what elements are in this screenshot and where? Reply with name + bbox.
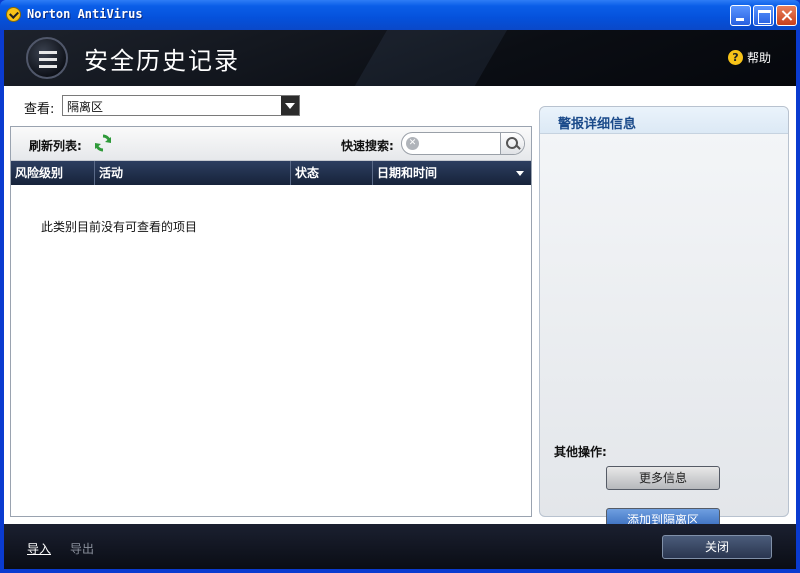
view-select[interactable]: 隔离区 bbox=[62, 95, 300, 116]
quick-search-input[interactable] bbox=[424, 135, 498, 152]
close-window-button[interactable] bbox=[776, 5, 797, 26]
other-actions-label: 其他操作: bbox=[554, 445, 607, 459]
menu-list-icon bbox=[39, 51, 57, 72]
column-header-date-label: 日期和时间 bbox=[377, 166, 438, 180]
column-header-date[interactable]: 日期和时间 bbox=[373, 161, 531, 185]
main-menu-button[interactable] bbox=[26, 37, 68, 79]
help-icon: ? bbox=[728, 50, 743, 65]
help-link[interactable]: ? 帮助 bbox=[728, 49, 771, 66]
close-button[interactable]: 关闭 bbox=[662, 535, 772, 559]
quick-search-label: 快速搜索: bbox=[341, 139, 394, 153]
app-header: 安全历史记录 ? 帮助 bbox=[4, 30, 796, 86]
export-link[interactable]: 导出 bbox=[70, 540, 94, 557]
alert-details-panel: 警报详细信息 其他操作: 更多信息 添加到隔离区 bbox=[539, 106, 789, 532]
import-link[interactable]: 导入 bbox=[27, 540, 51, 557]
sort-desc-icon bbox=[516, 171, 524, 176]
search-icon[interactable] bbox=[500, 133, 524, 154]
app-window: 安全历史记录 ? 帮助 查看: 隔离区 刷新列表: 快速搜索: ✕ 风险级别 活… bbox=[4, 30, 796, 569]
view-label: 查看: bbox=[24, 102, 55, 117]
column-header-activity[interactable]: 活动 bbox=[95, 161, 291, 185]
refresh-label: 刷新列表: bbox=[29, 139, 82, 153]
table-header: 风险级别 活动 状态 日期和时间 bbox=[11, 161, 531, 185]
column-header-risk[interactable]: 风险级别 bbox=[11, 161, 95, 185]
refresh-icon[interactable] bbox=[93, 133, 113, 153]
column-header-status[interactable]: 状态 bbox=[291, 161, 373, 185]
empty-list-message: 此类别目前没有可查看的项目 bbox=[41, 220, 198, 234]
alert-details-title: 警报详细信息 bbox=[558, 117, 637, 132]
more-info-button[interactable]: 更多信息 bbox=[606, 466, 720, 490]
minimize-button[interactable] bbox=[730, 5, 751, 26]
view-select-value: 隔离区 bbox=[67, 100, 104, 114]
help-label: 帮助 bbox=[747, 51, 772, 65]
alert-details-header: 警报详细信息 bbox=[540, 107, 788, 134]
page-title: 安全历史记录 bbox=[84, 47, 240, 75]
clear-icon[interactable]: ✕ bbox=[406, 137, 419, 150]
window-titlebar[interactable]: Norton AntiVirus bbox=[0, 0, 800, 30]
chevron-down-icon[interactable] bbox=[281, 96, 299, 115]
quick-search-box: ✕ bbox=[401, 132, 525, 155]
list-toolbar: 刷新列表: 快速搜索: ✕ bbox=[11, 127, 531, 161]
window-title: Norton AntiVirus bbox=[27, 7, 143, 21]
app-footer: 导入 导出 关闭 bbox=[4, 524, 796, 569]
norton-check-icon bbox=[6, 7, 21, 22]
history-list-panel: 刷新列表: 快速搜索: ✕ 风险级别 活动 状态 日期和时间 此类别目前没有可查… bbox=[10, 126, 532, 517]
maximize-button[interactable] bbox=[753, 5, 774, 26]
